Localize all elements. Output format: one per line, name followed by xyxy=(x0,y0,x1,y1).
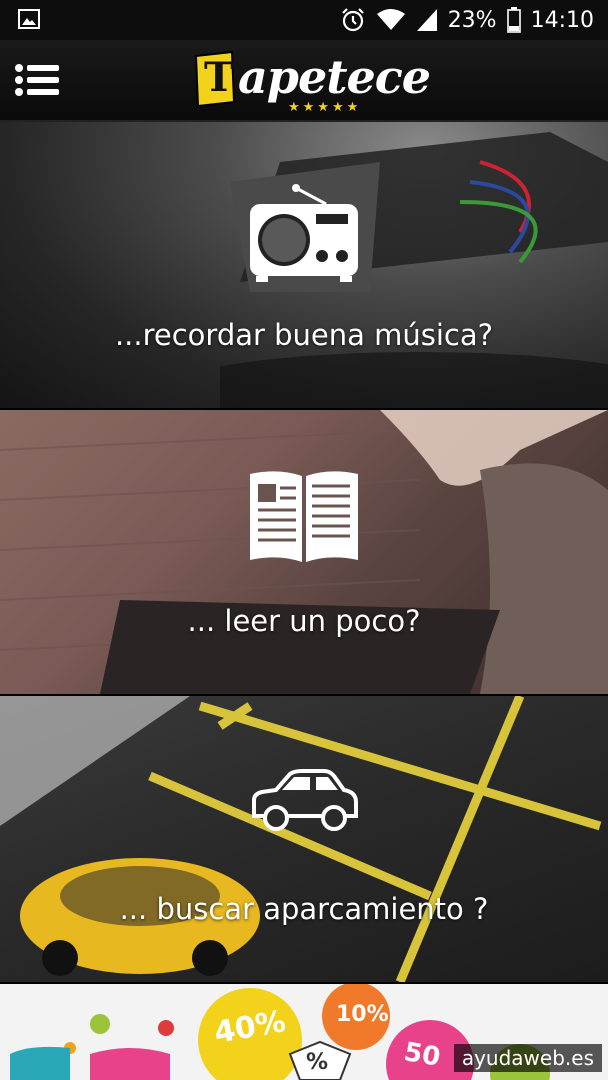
panel-music[interactable]: ...recordar buena música? xyxy=(0,122,608,408)
watermark: ayudaweb.es xyxy=(453,1044,602,1072)
book-icon xyxy=(250,471,358,562)
logo-letter: T xyxy=(204,54,234,101)
app-logo[interactable]: T apetece ★★★★★ xyxy=(192,46,431,120)
hamburger-menu-icon[interactable] xyxy=(14,60,62,100)
wifi-icon xyxy=(376,9,405,30)
promo-banner[interactable]: 40% 10% 50 % ayudaweb.es xyxy=(0,984,608,1080)
parking-background xyxy=(0,696,602,982)
promo-badge-50: 50 xyxy=(401,1037,443,1073)
panel-read[interactable]: ... leer un poco? xyxy=(0,410,608,694)
promo-badge-percent: % xyxy=(306,1050,329,1075)
clock: 14:10 xyxy=(530,7,594,33)
status-bar: 23% 14:10 xyxy=(0,0,608,40)
app-bar: T apetece ★★★★★ xyxy=(0,40,608,122)
radio-icon xyxy=(250,184,358,282)
image-notification-icon xyxy=(18,9,40,29)
battery-percent: 23% xyxy=(447,7,497,33)
alarm-icon xyxy=(341,8,364,32)
logo-text: apetece xyxy=(238,50,431,104)
signal-icon xyxy=(416,9,437,31)
panel-parking[interactable]: ... buscar aparcamiento ? xyxy=(0,696,608,982)
panel-read-label: ... leer un poco? xyxy=(187,604,421,638)
panel-parking-label: ... buscar aparcamiento ? xyxy=(119,892,489,926)
battery-icon xyxy=(506,7,521,33)
logo-stars: ★★★★★ xyxy=(288,100,362,115)
panel-music-label: ...recordar buena música? xyxy=(114,318,494,352)
car-icon xyxy=(252,769,358,831)
promo-badge-10: 10% xyxy=(336,1002,389,1027)
